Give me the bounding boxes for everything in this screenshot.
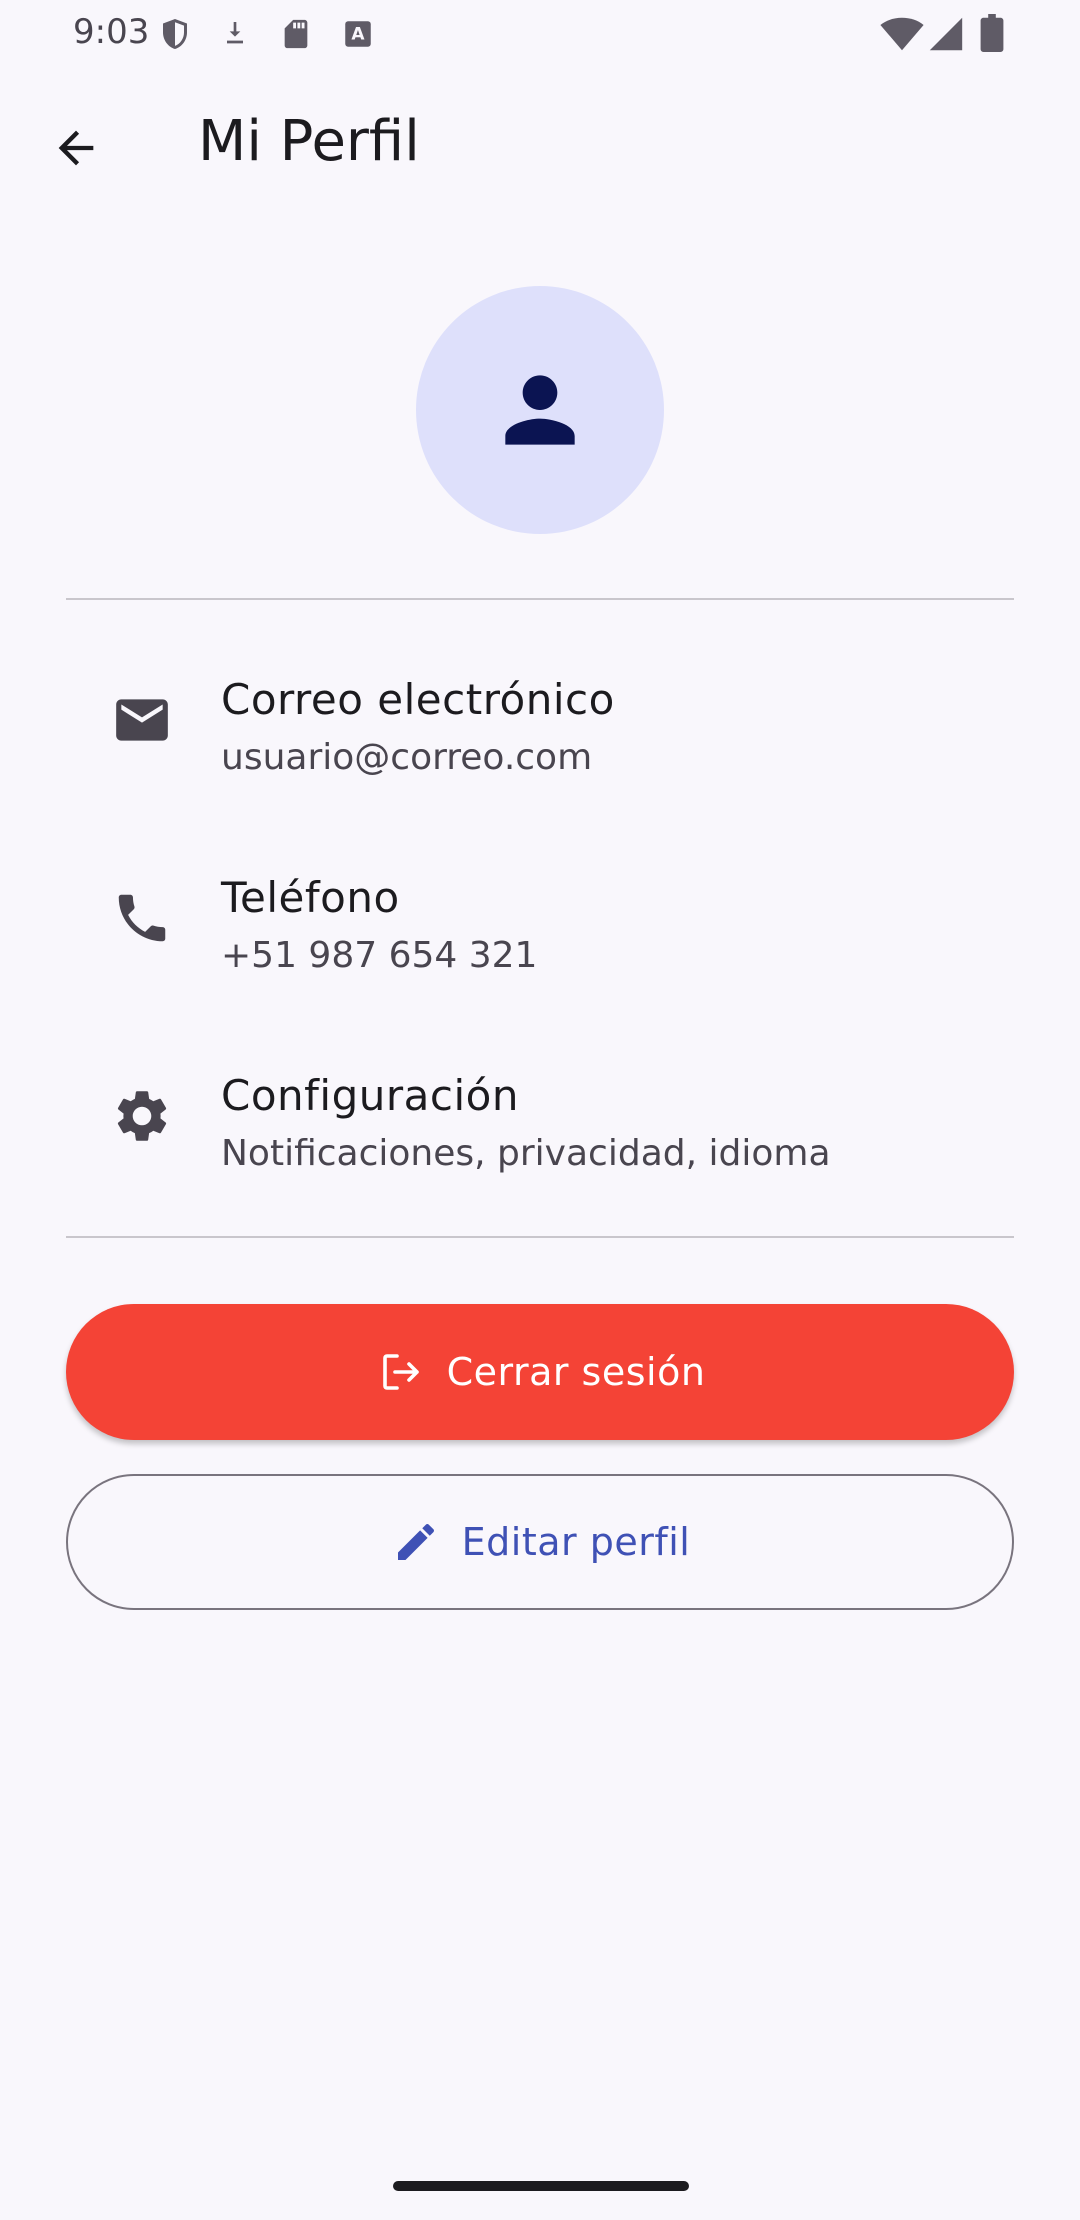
cell-signal-icon (929, 17, 963, 51)
list-item-phone[interactable]: Teléfono +51 987 654 321 (66, 838, 1014, 998)
person-icon (505, 375, 575, 445)
email-title: Correo electrónico (221, 675, 615, 724)
settings-title: Configuración (221, 1071, 519, 1120)
status-bar: 9:03 A (0, 0, 1080, 64)
logout-label: Cerrar sesión (446, 1350, 706, 1394)
phone-icon (118, 894, 166, 942)
list-icon-container (110, 688, 174, 752)
sd-card-icon (284, 19, 308, 49)
wifi-icon (880, 17, 924, 51)
list-icon-container (110, 886, 174, 950)
logout-icon (375, 1346, 427, 1398)
page-title: Mi Perfil (198, 109, 420, 174)
email-icon (116, 699, 168, 741)
shield-icon (163, 19, 187, 49)
pencil-icon (390, 1516, 442, 1568)
settings-icon (117, 1091, 167, 1141)
status-time: 9:03 (73, 12, 150, 52)
avatar (416, 286, 664, 534)
profile-screen: 9:03 A Mi Perfil Correo electrónico usua… (0, 0, 1080, 2220)
phone-title: Teléfono (221, 873, 400, 922)
edit-profile-button[interactable]: Editar perfil (66, 1474, 1014, 1610)
email-value: usuario@correo.com (221, 737, 593, 778)
divider-bottom (66, 1236, 1014, 1238)
divider-top (66, 598, 1014, 600)
gesture-navigation-bar[interactable] (393, 2181, 689, 2191)
arrow-back-icon (58, 130, 94, 166)
edit-profile-label: Editar perfil (461, 1520, 691, 1564)
download-icon (227, 22, 243, 44)
logout-button[interactable]: Cerrar sesión (66, 1304, 1014, 1440)
svg-text:A: A (351, 25, 365, 45)
keyboard-a-icon: A (345, 21, 371, 47)
app-bar: Mi Perfil (0, 80, 1080, 208)
phone-value: +51 987 654 321 (221, 935, 538, 976)
list-item-settings[interactable]: Configuración Notificaciones, privacidad… (66, 1036, 1014, 1196)
back-button[interactable] (36, 108, 116, 188)
list-icon-container (110, 1084, 174, 1148)
list-item-email[interactable]: Correo electrónico usuario@correo.com (66, 640, 1014, 800)
battery-icon (980, 14, 1004, 52)
settings-subtitle: Notificaciones, privacidad, idioma (221, 1133, 831, 1174)
